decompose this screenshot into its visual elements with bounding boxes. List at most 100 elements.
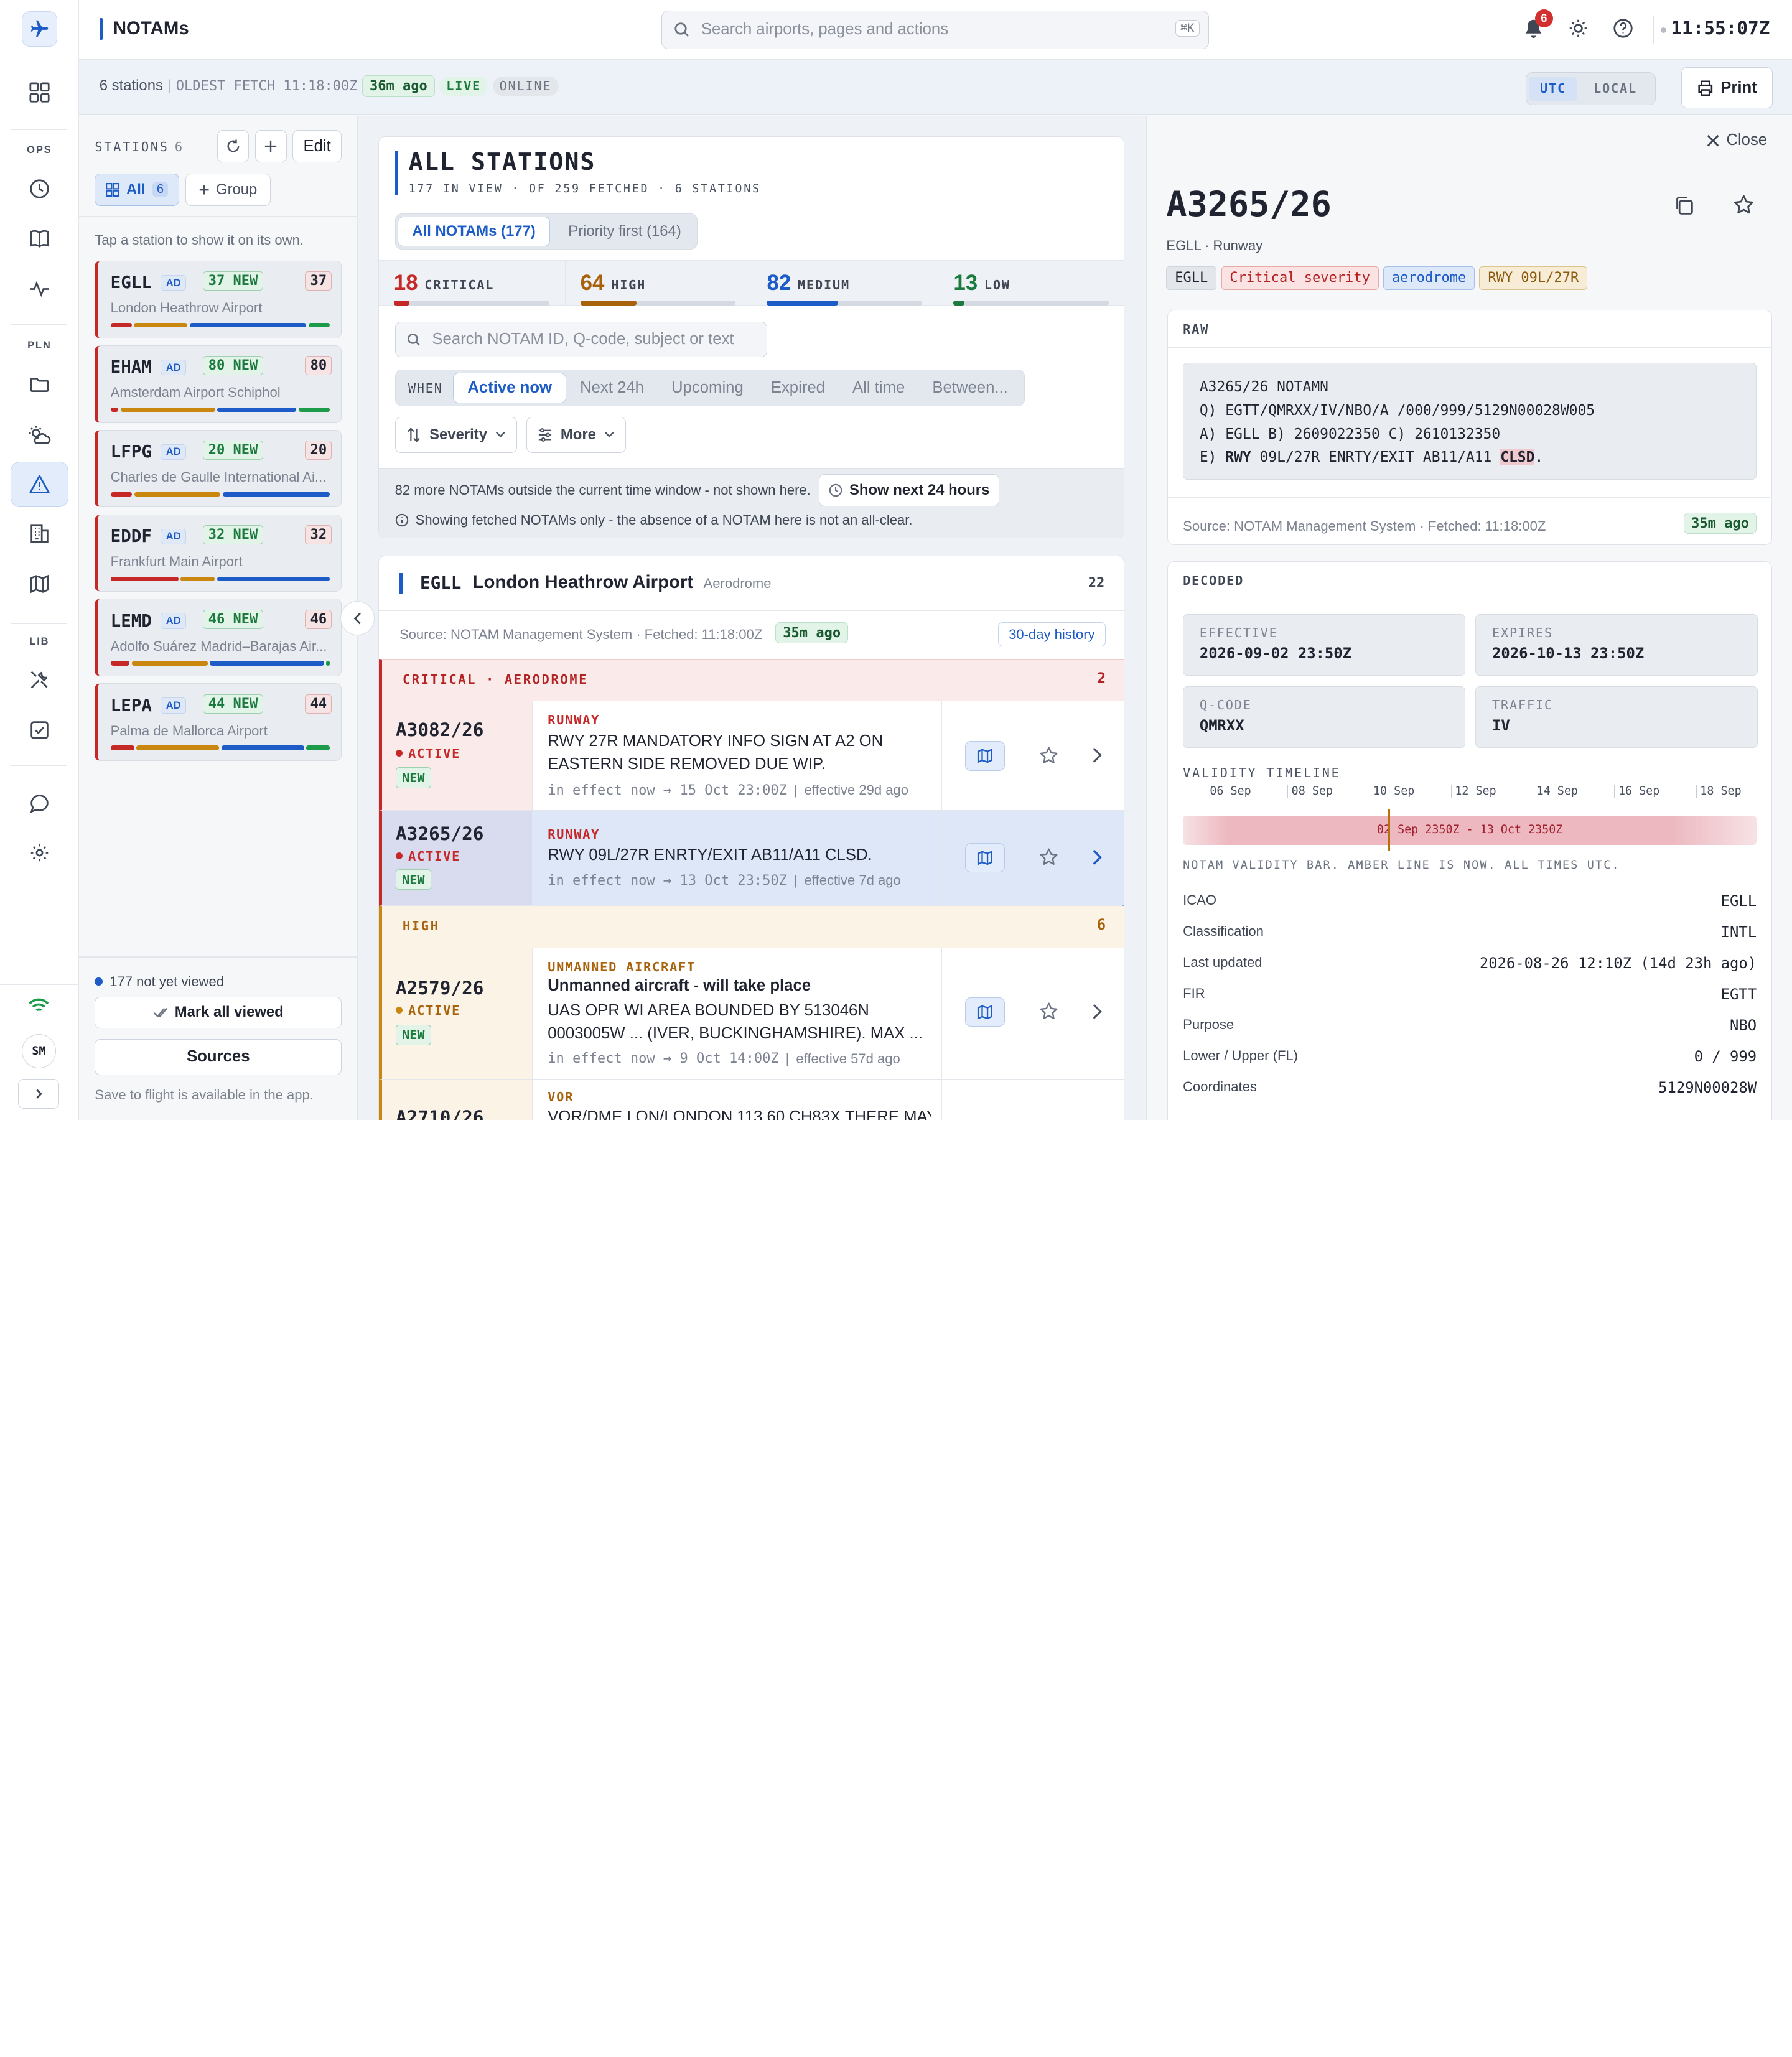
notam-row-selected[interactable]: A3265/26 ACTIVE NEW RUNWAY RWY 09L/27R E… (378, 811, 1124, 906)
station-card-egll[interactable]: EGLL AD 37 NEW 37 London Heathrow Airport (95, 260, 342, 338)
severity-bar (110, 407, 330, 413)
map-icon (30, 574, 49, 594)
mark-all-viewed-button[interactable]: Mark all viewed (95, 996, 342, 1029)
nav-folder[interactable] (11, 362, 69, 408)
station-ad-badge: AD (161, 697, 186, 714)
airport-type: Aerodrome (703, 575, 772, 591)
field-value: 5129N00028W (1658, 1079, 1757, 1097)
when-option[interactable]: Next 24h (566, 373, 658, 403)
station-name: Adolfo Suárez Madrid–Barajas Air... (110, 638, 327, 654)
tz-utc[interactable]: UTC (1528, 76, 1578, 101)
show-next-24h-button[interactable]: Show next 24 hours (819, 474, 1000, 506)
nav-weather[interactable] (11, 413, 69, 458)
nav-book[interactable] (11, 216, 69, 261)
global-search[interactable]: Search airports, pages and actions ⌘K (661, 10, 1210, 49)
field-value: EGTT (1720, 986, 1757, 1004)
station-card-lemd[interactable]: LEMD AD 46 NEW 46 Adolfo Suárez Madrid–Baraj… (95, 599, 342, 677)
station-card-eham[interactable]: EHAM AD 80 NEW 80 Amsterdam Airport Schiphol (95, 345, 342, 423)
star-button[interactable] (1039, 847, 1058, 867)
nav-activity[interactable] (11, 266, 69, 312)
overview-title: ALL STATIONS (408, 147, 596, 176)
station-card-lfpg[interactable]: LFPG AD 20 NEW 20 Charles de Gaulle Internat… (95, 429, 342, 508)
filter-all-button[interactable]: All 6 (95, 174, 179, 206)
notifications-button[interactable]: 6 (1523, 9, 1554, 40)
nav-checklist[interactable] (11, 707, 69, 753)
station-ad-badge: AD (161, 528, 186, 545)
show-on-map-button[interactable] (964, 842, 1005, 873)
when-option[interactable]: Upcoming (658, 373, 757, 403)
notam-search-input[interactable]: Search NOTAM ID, Q-code, subject or text (394, 322, 768, 358)
severity-stats: 18 CRITICAL 64 HIGH 82 MEDIUM 13 LOW (378, 259, 1124, 307)
close-detail-button[interactable]: Close (1707, 131, 1767, 149)
notam-category: VOR (548, 1089, 574, 1105)
station-name: Frankfurt Main Airport (110, 553, 243, 569)
station-new-badge: 37 NEW (203, 271, 263, 291)
edit-stations-button[interactable]: Edit (292, 130, 342, 162)
print-button[interactable]: Print (1681, 67, 1773, 109)
printer-icon (1698, 80, 1712, 96)
stat-critical[interactable]: 18 CRITICAL (379, 260, 566, 307)
show-on-map-button[interactable] (964, 997, 1005, 1027)
nav-notams[interactable] (10, 462, 69, 508)
nav-settings[interactable] (11, 829, 69, 875)
nav-tools[interactable] (11, 657, 69, 702)
station-card-eddf[interactable]: EDDF AD 32 NEW 32 Frankfurt Main Airport (95, 514, 342, 592)
sources-button[interactable]: Sources (95, 1038, 342, 1076)
open-notam-button[interactable] (1091, 1003, 1103, 1020)
notam-row[interactable]: A3082/26 ACTIVE NEW RUNWAY RWY 27R MANDA… (378, 701, 1124, 811)
nav-map[interactable] (11, 561, 69, 607)
copy-button[interactable] (1674, 195, 1694, 216)
add-group-button[interactable]: Group (185, 174, 271, 206)
warning-icon (29, 475, 50, 493)
severity-bar-segment (120, 407, 215, 413)
stat-high[interactable]: 64 HIGH (566, 260, 752, 307)
star-icon (1734, 195, 1754, 214)
tab-all-notams[interactable]: All NOTAMs (177) (398, 216, 550, 247)
detail-notam-id: A3265/26 (1166, 184, 1332, 224)
tab-priority-first[interactable]: Priority first (164) (554, 217, 695, 246)
notam-row[interactable]: A2579/26 ACTIVE NEW UNMANNED AIRCRAFT Un… (378, 948, 1124, 1080)
refresh-button[interactable] (217, 130, 250, 162)
help-button[interactable] (1613, 18, 1633, 39)
outside-window-text: 82 more NOTAMs outside the current time … (394, 482, 811, 498)
when-option[interactable]: Between... (918, 373, 1022, 403)
stat-low[interactable]: 13 LOW (938, 261, 1124, 306)
open-notam-button[interactable] (1091, 747, 1103, 764)
station-name: Amsterdam Airport Schiphol (110, 385, 281, 401)
star-button[interactable] (1039, 1002, 1058, 1021)
more-filters-button[interactable]: More (526, 416, 626, 454)
nav-chat[interactable] (11, 780, 69, 826)
chevron-right-icon (1093, 748, 1103, 763)
open-notam-button[interactable] (1091, 849, 1103, 866)
station-count: 6 stations (99, 77, 163, 95)
notam-title: Unmanned aircraft - will take place (548, 976, 811, 994)
grid-icon (29, 82, 50, 103)
station-card-lepa[interactable]: LEPA AD 44 NEW 44 Palma de Mallorca Airport (95, 683, 342, 762)
sort-severity-button[interactable]: Severity (394, 416, 518, 454)
airport-header[interactable]: EGLL London Heathrow Airport Aerodrome 2… (378, 556, 1124, 611)
notam-text: RWY 09L/27R ENRTY/EXIT AB11/A11 CLSD. (548, 846, 872, 864)
nav-buildings[interactable] (11, 511, 69, 556)
live-badge: LIVE (439, 76, 488, 96)
notam-row[interactable]: A2710/26 VOR VOR/DME LON/LONDON 113.60 C… (378, 1079, 1124, 1120)
show-on-map-button[interactable] (964, 741, 1005, 771)
history-link[interactable]: 30-day history (997, 622, 1106, 647)
when-option[interactable]: Active now (453, 372, 567, 404)
star-button[interactable] (1039, 746, 1058, 765)
nav-clock[interactable] (11, 166, 69, 211)
tz-local[interactable]: LOCAL (1577, 77, 1653, 101)
when-option[interactable]: Expired (757, 373, 839, 403)
favorite-button[interactable] (1733, 194, 1755, 216)
avatar[interactable]: SM (21, 1034, 56, 1069)
global-search-placeholder: Search airports, pages and actions (701, 21, 949, 39)
rail-section-pln: PLN (27, 339, 52, 352)
add-station-button[interactable] (254, 130, 287, 162)
notam-category: UNMANNED AIRCRAFT (548, 959, 696, 974)
app-logo[interactable] (21, 11, 57, 47)
theme-toggle[interactable] (1568, 18, 1589, 39)
when-option[interactable]: All time (839, 373, 918, 403)
rail-section-lib: LIB (29, 635, 50, 648)
nav-dashboard[interactable] (11, 70, 69, 115)
stat-medium[interactable]: 82 MEDIUM (752, 260, 939, 307)
expand-rail-button[interactable] (18, 1078, 60, 1109)
